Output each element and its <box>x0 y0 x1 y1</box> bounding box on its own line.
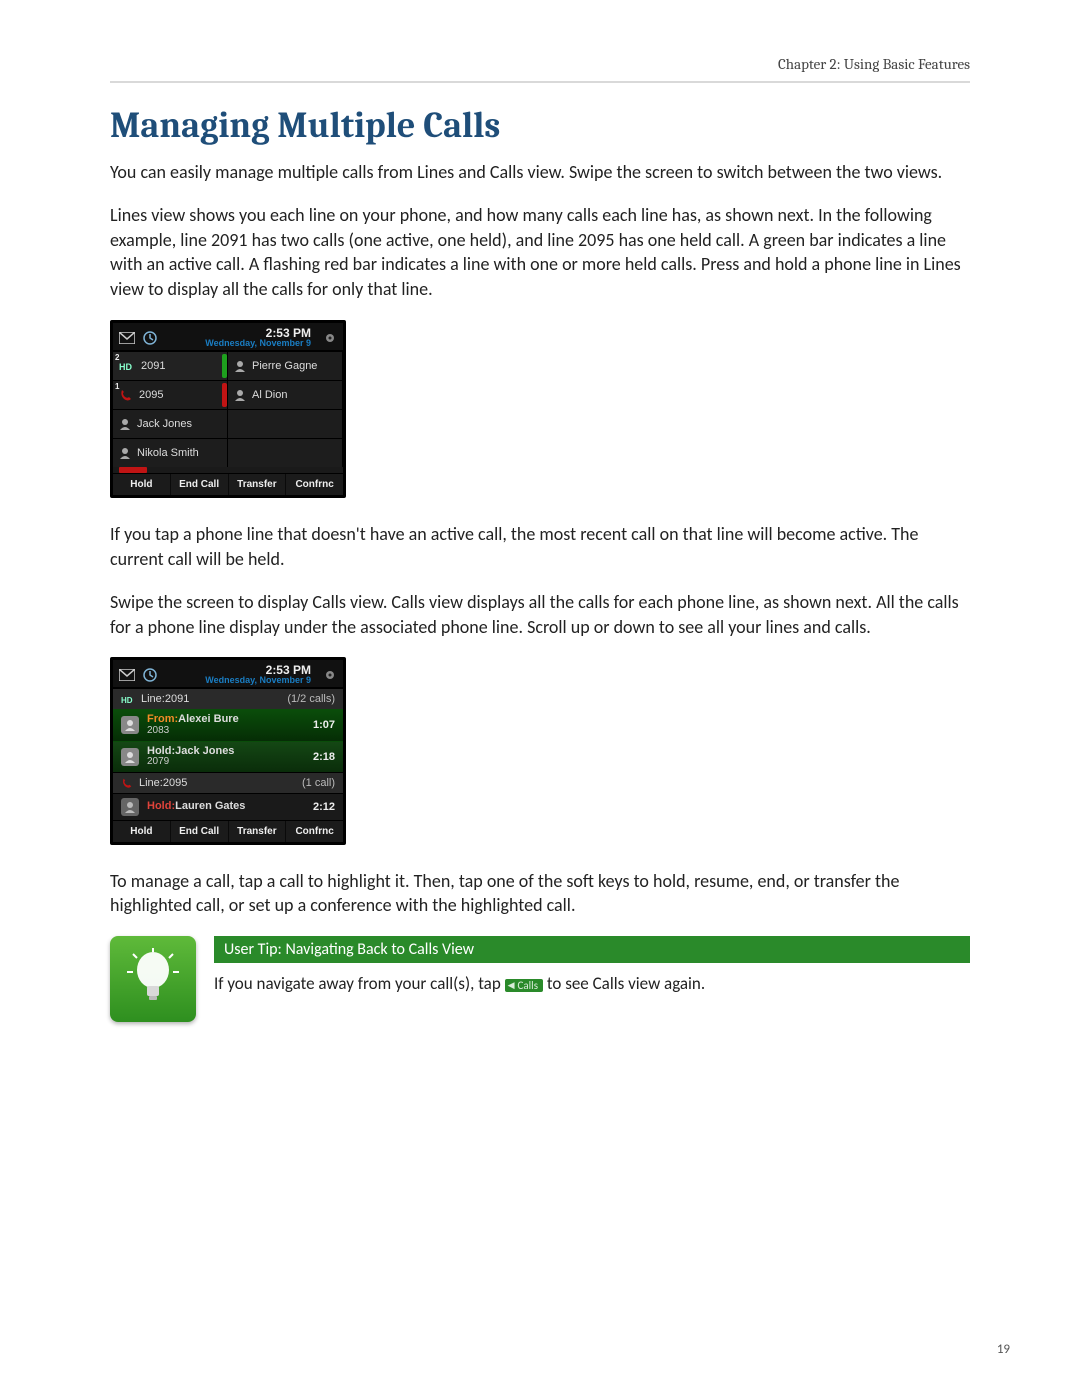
call-timer: 1:07 <box>313 719 335 731</box>
contact-name: Jack Jones <box>137 418 192 430</box>
softkey-bar: Hold End Call Transfer Confrnc <box>113 473 343 495</box>
calls-view-screenshot: 2:53 PM Wednesday, November 9 HD Line:20… <box>110 657 346 844</box>
lines-view-screenshot: 2:53 PM Wednesday, November 9 2 HD 2091 <box>110 320 346 498</box>
avatar-icon <box>121 716 139 734</box>
tip-text-post: to see Calls view again. <box>547 973 705 994</box>
intro-paragraph: You can easily manage multiple calls fro… <box>110 160 970 185</box>
tip-header: User Tip: Navigating Back to Calls View <box>214 936 970 963</box>
phone-status-bar: 2:53 PM Wednesday, November 9 <box>113 323 343 351</box>
line-cell-2091[interactable]: 2 HD 2091 <box>113 351 228 380</box>
chevron-left-icon: ◀ <box>508 981 515 990</box>
clock-icon <box>143 331 157 345</box>
person-icon <box>234 360 246 372</box>
call-status-label: Hold: <box>147 800 175 812</box>
hd-icon: HD <box>119 359 135 373</box>
caller-name: Alexei Bure <box>178 713 239 725</box>
call-status-label: Hold: <box>147 745 175 757</box>
contact-name: Nikola Smith <box>137 447 199 459</box>
call-status-label: From: <box>147 713 178 725</box>
caller-ext: 2079 <box>147 757 234 768</box>
mail-icon <box>119 669 135 681</box>
call-row-hold-red[interactable]: Hold:Lauren Gates 2:12 <box>113 793 343 820</box>
page: Chapter 2: Using Basic Features Managing… <box>0 0 1080 1397</box>
softkey-bar: Hold End Call Transfer Confrnc <box>113 820 343 842</box>
tip-text-pre: If you navigate away from your call(s), … <box>214 973 505 994</box>
softkey-confrnc[interactable]: Confrnc <box>286 474 343 495</box>
call-timer: 2:18 <box>313 751 335 763</box>
chapter-header: Chapter 2: Using Basic Features <box>110 55 970 73</box>
line-cell-contact[interactable]: Jack Jones <box>113 409 228 438</box>
call-count: (1 call) <box>302 777 335 789</box>
contact-name: Pierre Gagne <box>252 360 317 372</box>
handset-icon <box>119 388 133 402</box>
softkey-end-call[interactable]: End Call <box>171 821 229 842</box>
caller-name: Lauren Gates <box>175 800 245 812</box>
held-call-indicator <box>222 383 227 407</box>
call-count-badge: 2 <box>115 353 119 362</box>
call-count: (1/2 calls) <box>287 693 335 705</box>
line-label: Line:2095 <box>139 777 187 789</box>
line-cell-contact[interactable]: Al Dion <box>228 380 343 409</box>
handset-icon <box>121 777 133 789</box>
line-ext: 2095 <box>139 389 163 401</box>
page-number: 19 <box>997 1342 1010 1357</box>
line-cell-empty <box>228 438 343 467</box>
person-icon <box>119 418 131 430</box>
call-count-badge: 1 <box>115 382 119 391</box>
line-cell-empty <box>228 409 343 438</box>
lines-grid: 2 HD 2091 Pierre Gagne 1 2095 <box>113 351 343 467</box>
line-label: Line:2091 <box>141 693 189 705</box>
lines-description-paragraph: Lines view shows you each line on your p… <box>110 203 970 302</box>
call-timer: 2:12 <box>313 801 335 813</box>
mail-icon <box>119 332 135 344</box>
caller-name: Jack Jones <box>175 745 234 757</box>
contact-name: Al Dion <box>252 389 287 401</box>
svg-text:HD: HD <box>119 362 132 372</box>
hd-icon: HD <box>121 693 135 705</box>
line-ext: 2091 <box>141 360 165 372</box>
gear-icon <box>323 331 337 345</box>
person-icon <box>119 447 131 459</box>
softkey-transfer[interactable]: Transfer <box>229 474 287 495</box>
call-row-hold[interactable]: Hold:Jack Jones 2079 2:18 <box>113 741 343 772</box>
svg-text:HD: HD <box>121 696 133 705</box>
gear-icon <box>323 668 337 682</box>
header-divider <box>110 81 970 83</box>
softkey-end-call[interactable]: End Call <box>171 474 229 495</box>
caller-ext: 2083 <box>147 726 239 737</box>
avatar-icon <box>121 798 139 816</box>
line-cell-contact[interactable]: Nikola Smith <box>113 438 228 467</box>
calls-line-header-2095[interactable]: Line:2095 (1 call) <box>113 772 343 793</box>
softkey-confrnc[interactable]: Confrnc <box>286 821 343 842</box>
person-icon <box>234 389 246 401</box>
calls-line-header-2091[interactable]: HD Line:2091 (1/2 calls) <box>113 688 343 709</box>
softkey-hold[interactable]: Hold <box>113 821 171 842</box>
call-row-active[interactable]: From:Alexei Bure 2083 1:07 <box>113 709 343 740</box>
avatar-icon <box>121 748 139 766</box>
chip-label: Calls <box>518 980 539 991</box>
tip-text: If you navigate away from your call(s), … <box>214 973 970 995</box>
status-date: Wednesday, November 9 <box>205 676 311 685</box>
calls-softkey-chip[interactable]: ◀ Calls <box>505 979 543 992</box>
softkey-transfer[interactable]: Transfer <box>229 821 287 842</box>
lightbulb-icon <box>110 936 196 1022</box>
line-cell-contact[interactable]: Pierre Gagne <box>228 351 343 380</box>
line-cell-2095[interactable]: 1 2095 <box>113 380 228 409</box>
section-title: Managing Multiple Calls <box>110 105 970 146</box>
phone-status-bar: 2:53 PM Wednesday, November 9 <box>113 660 343 688</box>
manage-call-paragraph: To manage a call, tap a call to highligh… <box>110 869 970 919</box>
active-call-indicator <box>222 354 227 378</box>
softkey-hold[interactable]: Hold <box>113 474 171 495</box>
calls-view-paragraph: Swipe the screen to display Calls view. … <box>110 590 970 640</box>
status-date: Wednesday, November 9 <box>205 339 311 348</box>
user-tip-callout: User Tip: Navigating Back to Calls View … <box>110 936 970 1022</box>
clock-icon <box>143 668 157 682</box>
tap-line-paragraph: If you tap a phone line that doesn't hav… <box>110 522 970 572</box>
